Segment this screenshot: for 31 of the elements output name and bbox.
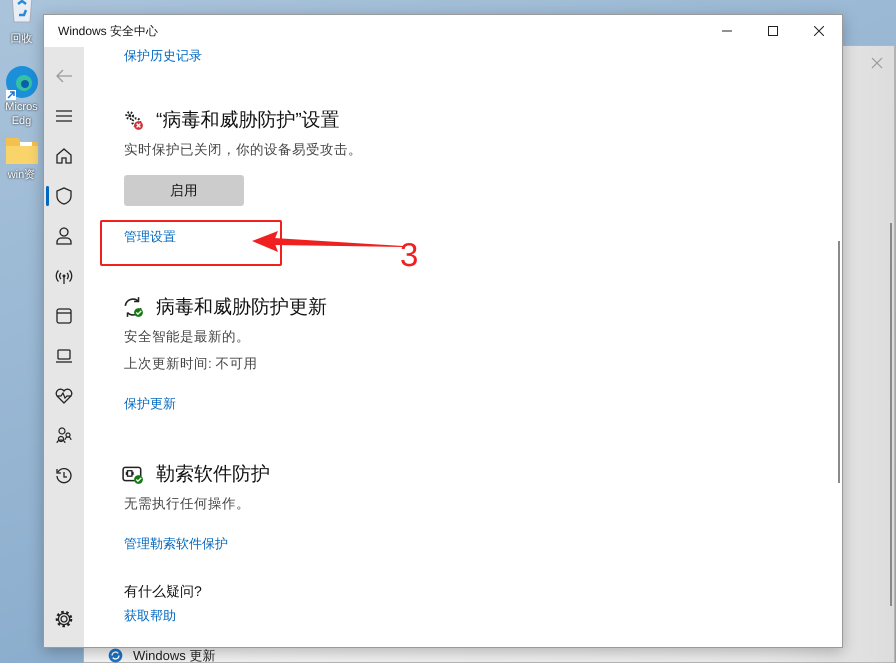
update-item-label[interactable]: Windows 更新 bbox=[133, 648, 216, 663]
section-title: “病毒和威胁防护”设置 bbox=[156, 109, 340, 133]
status-text: 无需执行任何操作。 bbox=[124, 495, 250, 513]
section-title: 病毒和威胁防护更新 bbox=[156, 296, 327, 320]
status-text: 安全智能是最新的。 bbox=[124, 328, 250, 346]
help-link[interactable]: 获取帮助 bbox=[124, 607, 176, 625]
heart-icon bbox=[54, 386, 74, 406]
home-icon bbox=[54, 146, 74, 166]
status-text: 上次更新时间: 不可用 bbox=[124, 355, 258, 373]
settings-link[interactable]: 管理勒索软件保护 bbox=[124, 535, 228, 553]
window-title: Windows 安全中心 bbox=[58, 22, 160, 40]
scrollbar[interactable] bbox=[838, 241, 840, 483]
history-link[interactable]: 保护历史记录 bbox=[124, 47, 202, 65]
turn-on-button[interactable]: 启用 bbox=[124, 175, 244, 206]
history-icon bbox=[54, 466, 74, 486]
browser-icon[interactable] bbox=[4, 64, 40, 100]
settings-link[interactable]: 管理设置 bbox=[124, 228, 176, 246]
help-heading: 有什么疑问? bbox=[124, 583, 202, 601]
shield-icon bbox=[54, 186, 74, 206]
step-number: 3 bbox=[400, 238, 418, 271]
section-title: 勒索软件防护 bbox=[156, 463, 270, 487]
refresh-check-icon bbox=[122, 296, 144, 318]
scrollbar[interactable] bbox=[890, 223, 892, 606]
window-icon bbox=[54, 306, 74, 326]
status-text: 实时保护已关闭，你的设备易受攻击。 bbox=[124, 141, 362, 159]
people-icon bbox=[54, 426, 74, 446]
settings-icon bbox=[54, 609, 74, 629]
close-icon bbox=[814, 26, 824, 36]
person-icon bbox=[54, 226, 74, 246]
maximize-icon bbox=[768, 26, 778, 36]
settings-link[interactable]: 保护更新 bbox=[124, 395, 176, 413]
